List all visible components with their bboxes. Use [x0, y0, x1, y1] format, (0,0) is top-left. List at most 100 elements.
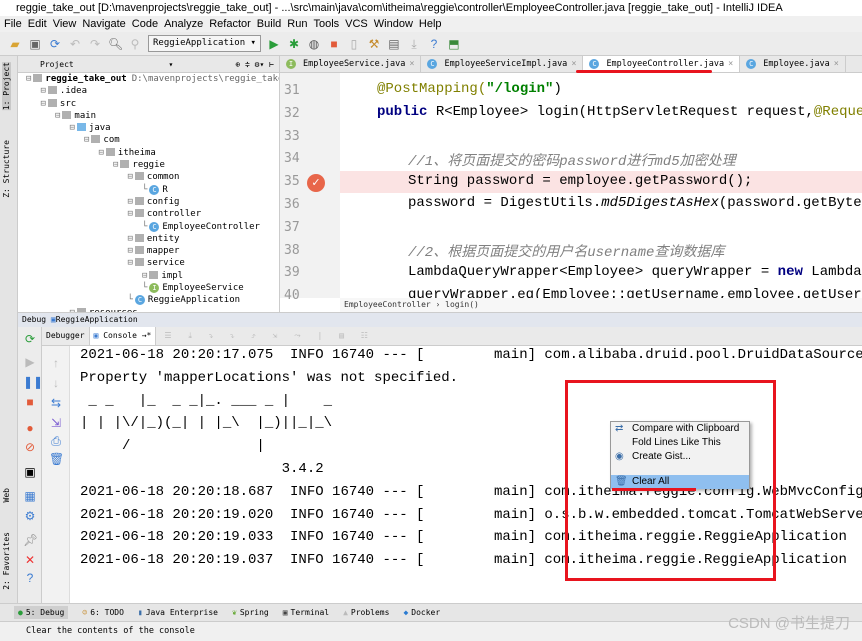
tree-item[interactable]: ⊟ java [18, 122, 279, 134]
menu-item-compare-with-clipboard[interactable]: ⇄ Compare with Clipboard [611, 422, 749, 436]
expand-toggle-icon[interactable]: ⊟ [128, 246, 133, 256]
tree-item[interactable]: ⊟ service [18, 257, 279, 269]
menu-item-clear-all[interactable]: 🗑︎ Clear All [611, 475, 749, 489]
expand-toggle-icon[interactable]: ⊟ [41, 86, 46, 96]
expand-toggle-icon[interactable]: ⊟ [113, 160, 118, 170]
breakpoint-icon[interactable]: ✓ [307, 174, 325, 193]
expand-toggle-icon[interactable]: ⊟ [84, 135, 89, 145]
stop-icon[interactable]: ■ [327, 37, 341, 51]
redo-icon[interactable]: ↷ [88, 37, 102, 51]
rerun-icon[interactable]: ⟳ [23, 332, 37, 346]
close-icon[interactable]: × [834, 56, 839, 73]
tree-item[interactable]: ⊟ common [18, 171, 279, 183]
menu-item-create-gist[interactable]: ◉ Create Gist... [611, 450, 749, 464]
tree-item[interactable]: ⊟ mapper [18, 245, 279, 257]
tree-item[interactable]: ⊟ src [18, 98, 279, 110]
menu-build[interactable]: Build [257, 16, 281, 32]
menu-file[interactable]: File [4, 16, 22, 32]
expand-toggle-icon[interactable]: ⊟ [128, 172, 133, 182]
menu-edit[interactable]: Edit [28, 16, 47, 32]
pause-icon[interactable]: ❚❚ [23, 375, 43, 389]
menu-navigate[interactable]: Navigate [82, 16, 125, 32]
menu-analyze[interactable]: Analyze [164, 16, 203, 32]
tab-todo[interactable]: ☺ 6: TODO [82, 608, 124, 617]
tree-item[interactable]: └ I EmployeeService [18, 282, 279, 294]
build-icon[interactable]: ▯ [347, 37, 361, 51]
sync-icon[interactable]: ⟳ [48, 37, 62, 51]
tree-item[interactable]: └ C ReggieApplication [18, 294, 279, 306]
tree-item[interactable]: ⊟ controller [18, 208, 279, 220]
view-breakpoints-icon[interactable]: ● [23, 421, 37, 435]
code-editor[interactable]: @PostMapping("/login") public R<Employee… [340, 73, 862, 298]
web-side-tab[interactable]: Web [2, 488, 11, 502]
tab-java-enterprise[interactable]: ▮ Java Enterprise [138, 608, 218, 617]
expand-toggle-icon[interactable]: ⊟ [41, 99, 46, 109]
up-icon[interactable]: ↑ [49, 356, 63, 370]
tree-item[interactable]: ⊟ reggie [18, 159, 279, 171]
tab-problems[interactable]: ▲ Problems [343, 608, 389, 617]
tab-employeeserviceimpl[interactable]: C EmployeeServiceImpl.java × [421, 56, 584, 72]
tree-item[interactable]: ⊟ impl [18, 270, 279, 282]
tab-spring[interactable]: ❦ Spring [232, 608, 269, 617]
sdk-icon[interactable]: ▤ [387, 37, 401, 51]
close-icon[interactable]: × [409, 56, 414, 73]
camera-icon[interactable]: ▣ [23, 465, 37, 479]
menu-help[interactable]: Help [419, 16, 442, 32]
settings-icon[interactable]: ⚙ [23, 509, 37, 523]
undo-icon[interactable]: ↶ [68, 37, 82, 51]
replace-icon[interactable]: ⚲ [128, 37, 142, 51]
tab-console[interactable]: ▣ Console →* [89, 327, 157, 345]
menu-run[interactable]: Run [287, 16, 307, 32]
project-structure-icon[interactable]: ⚒ [367, 37, 381, 51]
tree-item[interactable]: ⊟ reggie_take_out D:\mavenprojects\reggie_… [18, 73, 279, 85]
tab-debug[interactable]: ● 5: Debug [14, 606, 69, 619]
down-icon[interactable]: ↓ [49, 376, 63, 390]
help-icon[interactable]: ? [427, 37, 441, 51]
menu-vcs[interactable]: VCS [345, 16, 368, 32]
pin-icon[interactable]: 📌︎ [23, 533, 38, 547]
expand-toggle-icon[interactable]: ⊟ [128, 234, 133, 244]
coverage-icon[interactable]: ◍ [307, 37, 321, 51]
save-icon[interactable]: ▣ [28, 37, 42, 51]
tab-docker[interactable]: ◆ Docker [403, 608, 440, 617]
structure-side-tab[interactable]: Z: Structure [2, 140, 11, 198]
open-icon[interactable]: ▰ [8, 37, 22, 51]
tree-item[interactable]: ⊟ .idea [18, 85, 279, 97]
expand-toggle-icon[interactable]: └ [142, 222, 147, 232]
step-toolbar[interactable]: ☰ ⤓ ⤵ ⤵ ⤴ ⇲ ⤳ | ▤ ☷ [164, 331, 374, 341]
tree-item[interactable]: ⊟ config [18, 196, 279, 208]
expand-toggle-icon[interactable]: ⊟ [142, 271, 147, 281]
trash-icon[interactable]: 🗑︎ [49, 452, 64, 466]
debug-icon[interactable]: ✱ [287, 37, 301, 51]
tree-item[interactable]: ⊟ entity [18, 233, 279, 245]
project-side-tab[interactable]: 1: Project [2, 62, 11, 111]
expand-toggle-icon[interactable]: └ [128, 295, 133, 305]
tree-item[interactable]: ⊟ main [18, 110, 279, 122]
find-icon[interactable]: 🔍︎ [108, 37, 123, 51]
close-icon[interactable]: ✕ [23, 553, 37, 567]
menu-view[interactable]: View [53, 16, 77, 32]
menu-code[interactable]: Code [132, 16, 158, 32]
expand-toggle-icon[interactable]: ⊟ [99, 148, 104, 158]
menu-item-fold-lines-like-this[interactable]: Fold Lines Like This [611, 436, 749, 450]
expand-toggle-icon[interactable]: ⊟ [26, 74, 31, 84]
layout-icon[interactable]: ▦ [23, 489, 37, 503]
expand-toggle-icon[interactable]: ⊟ [128, 197, 133, 207]
expand-toggle-icon[interactable]: └ [142, 283, 147, 293]
tab-terminal[interactable]: ▣ Terminal [283, 608, 329, 617]
expand-toggle-icon[interactable]: ⊟ [128, 258, 133, 268]
mute-breakpoints-icon[interactable]: ⊘ [23, 440, 37, 454]
menu-tools[interactable]: Tools [313, 16, 339, 32]
tab-employee[interactable]: C Employee.java × [740, 56, 846, 72]
tree-item[interactable]: └ C R [18, 184, 279, 196]
resume-icon[interactable]: ▶ [23, 355, 37, 369]
menu-window[interactable]: Window [374, 16, 413, 32]
plugin-icon[interactable]: ⬒ [447, 37, 461, 51]
run-icon[interactable]: ▶ [267, 37, 281, 51]
tree-item[interactable]: ⊟ itheima [18, 147, 279, 159]
close-icon[interactable]: × [728, 56, 733, 73]
help-icon[interactable]: ? [23, 571, 37, 585]
expand-toggle-icon[interactable]: ⊟ [55, 111, 60, 121]
soft-wrap-icon[interactable]: ⇆ [49, 396, 63, 410]
tree-item[interactable]: ⊟ com [18, 134, 279, 146]
